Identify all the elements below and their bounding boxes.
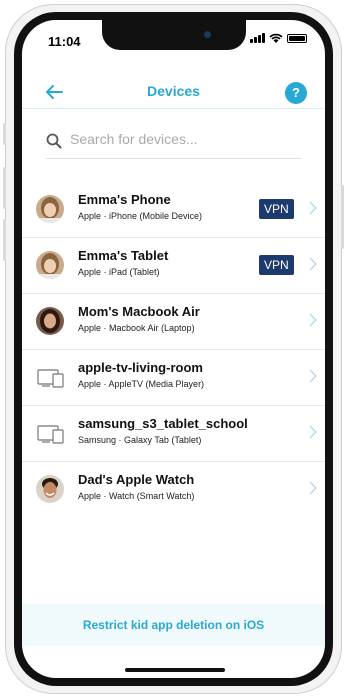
device-subtitle: Apple · iPhone (Mobile Device) bbox=[78, 211, 203, 221]
status-icons bbox=[250, 33, 307, 43]
device-row-moms-macbook-air[interactable]: Mom's Macbook Air Apple · Macbook Air (L… bbox=[22, 294, 325, 350]
camera-icon bbox=[204, 31, 211, 38]
wifi-icon bbox=[269, 33, 283, 43]
status-time: 11:04 bbox=[48, 34, 81, 49]
page-title: Devices bbox=[147, 83, 200, 99]
device-row-emmas-phone[interactable]: Emma's Phone Apple · iPhone (Mobile Devi… bbox=[22, 182, 325, 238]
device-row-emmas-tablet[interactable]: Emma's Tablet Apple · iPad (Tablet) VPN bbox=[22, 238, 325, 294]
search-input[interactable] bbox=[70, 131, 300, 147]
top-bar: Devices ? bbox=[22, 78, 325, 109]
device-list: Emma's Phone Apple · iPhone (Mobile Devi… bbox=[22, 182, 325, 517]
vpn-badge: VPN bbox=[259, 199, 294, 219]
phone-bezel: 11:04 Devices ? Search for devices... Em… bbox=[14, 12, 333, 686]
chevron-right-icon bbox=[309, 425, 317, 439]
device-name: Emma's Phone bbox=[78, 192, 171, 207]
avatar-icon bbox=[36, 475, 64, 503]
device-row-dads-apple-watch[interactable]: Dad's Apple Watch Apple · Watch (Smart W… bbox=[22, 462, 325, 517]
device-subtitle: Apple · Watch (Smart Watch) bbox=[78, 491, 195, 501]
device-subtitle: Apple · iPad (Tablet) bbox=[78, 267, 160, 277]
signal-icon bbox=[250, 33, 265, 43]
mute-switch bbox=[3, 123, 6, 145]
volume-up-button bbox=[3, 167, 6, 209]
avatar-icon bbox=[36, 307, 64, 335]
device-name: Mom's Macbook Air bbox=[78, 304, 200, 319]
restrict-app-deletion-banner[interactable]: Restrict kid app deletion on iOS bbox=[22, 604, 325, 646]
battery-icon bbox=[287, 34, 307, 43]
devices-icon bbox=[37, 425, 64, 444]
volume-down-button bbox=[3, 219, 6, 261]
device-row-apple-tv-living-room[interactable]: apple-tv-living-room Apple · AppleTV (Me… bbox=[22, 350, 325, 406]
devices-icon bbox=[37, 369, 64, 388]
device-subtitle: Apple · Macbook Air (Laptop) bbox=[78, 323, 195, 333]
chevron-right-icon bbox=[309, 257, 317, 271]
notch bbox=[102, 20, 246, 50]
avatar-icon bbox=[36, 251, 64, 279]
device-name: Emma's Tablet bbox=[78, 248, 169, 263]
device-name: Dad's Apple Watch bbox=[78, 472, 195, 487]
help-button[interactable]: ? bbox=[285, 82, 307, 104]
avatar-icon bbox=[36, 195, 64, 223]
chevron-right-icon bbox=[309, 313, 317, 327]
chevron-right-icon bbox=[309, 369, 317, 383]
power-button bbox=[341, 185, 344, 249]
chevron-right-icon bbox=[309, 481, 317, 495]
search-bar bbox=[46, 128, 301, 159]
search-icon bbox=[46, 133, 62, 149]
device-subtitle: Samsung · Galaxy Tab (Tablet) bbox=[78, 435, 202, 445]
device-name: samsung_s3_tablet_school bbox=[78, 416, 248, 431]
chevron-right-icon bbox=[309, 201, 317, 215]
home-indicator[interactable] bbox=[125, 668, 225, 672]
device-name: apple-tv-living-room bbox=[78, 360, 203, 375]
vpn-badge: VPN bbox=[259, 255, 294, 275]
banner-link[interactable]: Restrict kid app deletion on iOS bbox=[83, 618, 264, 632]
device-row-samsung-s3-tablet-school[interactable]: samsung_s3_tablet_school Samsung · Galax… bbox=[22, 406, 325, 462]
screen: 11:04 Devices ? Search for devices... Em… bbox=[22, 20, 325, 678]
phone-frame: 11:04 Devices ? Search for devices... Em… bbox=[3, 4, 344, 694]
device-subtitle: Apple · AppleTV (Media Player) bbox=[78, 379, 205, 389]
